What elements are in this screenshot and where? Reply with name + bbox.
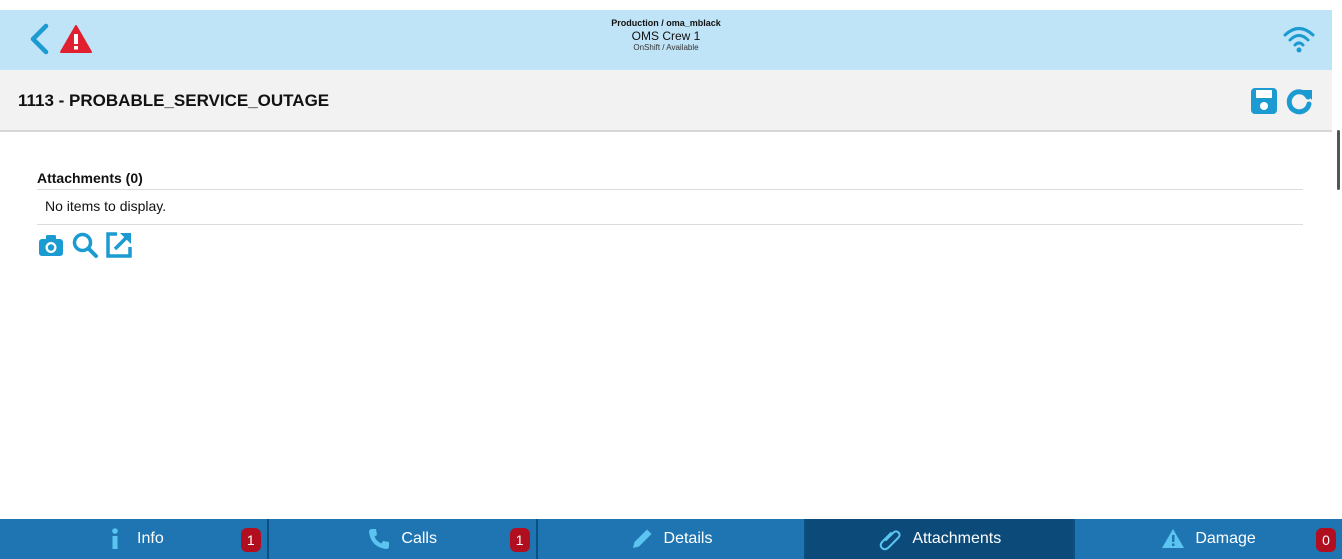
tab-calls[interactable]: Calls 1 <box>269 519 538 559</box>
tab-badge: 1 <box>509 528 530 552</box>
phone-icon <box>369 529 390 549</box>
crew-name: OMS Crew 1 <box>631 28 701 43</box>
bottom-tab-bar: Info 1 Calls 1 Details Attachments Damag… <box>0 519 1342 559</box>
pencil-icon <box>632 529 652 548</box>
tab-badge: 1 <box>240 528 261 552</box>
environment-label: Production / oma_mblack <box>611 18 721 28</box>
save-icon[interactable] <box>1249 86 1279 116</box>
scrollbar-thumb[interactable] <box>1337 130 1340 190</box>
top-header: Production / oma_mblack OMS Crew 1 OnShi… <box>0 10 1332 70</box>
tab-label: Attachments <box>912 530 1002 547</box>
attachments-section: Attachments (0) No items to display. <box>37 170 1303 259</box>
scrollbar-track[interactable] <box>1332 0 1342 519</box>
tab-label: Damage <box>1195 530 1256 547</box>
crew-status: OnShift / Available <box>633 43 699 53</box>
warning-icon <box>1162 529 1185 548</box>
page-title: 1113 - PROBABLE_SERVICE_OUTAGE <box>18 91 330 110</box>
tab-label: Details <box>663 530 713 547</box>
tab-damage[interactable]: Damage 0 <box>1075 519 1342 559</box>
title-bar: 1113 - PROBABLE_SERVICE_OUTAGE <box>0 70 1332 132</box>
empty-message: No items to display. <box>37 190 1303 225</box>
wifi-icon[interactable] <box>1282 24 1316 54</box>
attachment-actions <box>37 231 1303 259</box>
tab-details[interactable]: Details <box>538 519 807 559</box>
info-icon <box>112 528 118 549</box>
attachments-heading: Attachments (0) <box>37 170 1303 190</box>
crew-info: Production / oma_mblack OMS Crew 1 OnShi… <box>0 18 1332 53</box>
refresh-icon[interactable] <box>1284 86 1314 116</box>
tab-label: Info <box>137 530 164 547</box>
tab-badge: 0 <box>1315 528 1336 552</box>
tab-label: Calls <box>401 530 437 547</box>
open-external-icon[interactable] <box>105 231 133 259</box>
tab-info[interactable]: Info 1 <box>0 519 269 559</box>
tab-attachments[interactable]: Attachments <box>806 519 1076 559</box>
camera-icon[interactable] <box>37 231 65 259</box>
search-icon[interactable] <box>71 231 99 259</box>
paperclip-icon <box>880 530 901 551</box>
